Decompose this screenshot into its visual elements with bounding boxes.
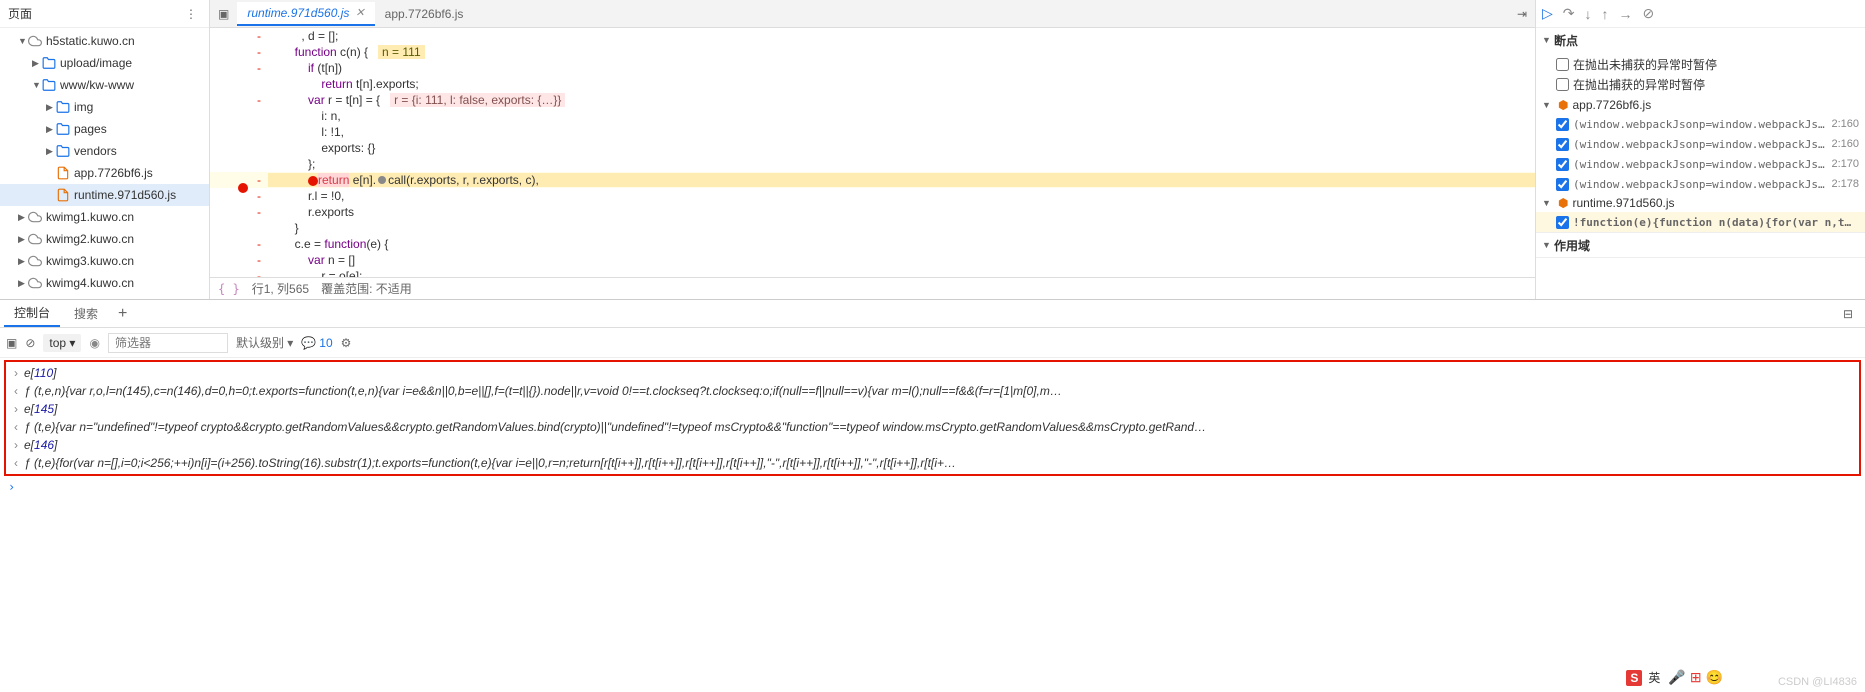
context-selector[interactable]: top ▾	[43, 334, 81, 352]
pause-uncaught-checkbox[interactable]: 在抛出未捕获的异常时暂停	[1536, 54, 1865, 74]
debug-toolbar: ▷ ↷ ↓ ↑ → ⊘	[1536, 0, 1865, 28]
cloud-icon	[28, 34, 42, 48]
breakpoints-header[interactable]: ▼ 断点	[1536, 28, 1865, 52]
tree-item[interactable]: ▼h5static.kuwo.cn	[0, 30, 209, 52]
console-toolbar: ▣ ⊘ top ▾ ◉ 默认级别 ▾ 💬 10 ⚙	[0, 328, 1865, 358]
resume-icon[interactable]: ▷	[1542, 5, 1553, 22]
step-over-icon[interactable]: ↷	[1563, 5, 1575, 22]
issues-count[interactable]: 💬 10	[301, 336, 332, 350]
editor-status-bar: { } 行1, 列565 覆盖范围: 不适用	[210, 277, 1535, 299]
console-line: ›e[146]	[6, 436, 1859, 454]
watermark: CSDN @LI4836	[1778, 676, 1857, 688]
folder-icon	[42, 78, 56, 92]
folder-icon	[56, 144, 70, 158]
step-into-icon[interactable]: ↓	[1585, 6, 1592, 22]
console-line: ›e[145]	[6, 400, 1859, 418]
console-line: ›e[110]	[6, 364, 1859, 382]
breakpoint-item[interactable]: (window.webpackJsonp=window.webpackJs…2:…	[1536, 134, 1865, 154]
editor-tab[interactable]: app.7726bf6.js	[375, 2, 474, 26]
filter-input[interactable]	[108, 333, 228, 353]
pause-caught-checkbox[interactable]: 在抛出捕获的异常时暂停	[1536, 74, 1865, 94]
folder-icon	[42, 56, 56, 70]
breakpoint-item[interactable]: !function(e){function n(data){for(var n,…	[1536, 212, 1865, 232]
breakpoint-item[interactable]: (window.webpackJsonp=window.webpackJs…2:…	[1536, 114, 1865, 134]
tree-item[interactable]: ▶kwimg3.kuwo.cn	[0, 250, 209, 272]
file-icon	[56, 166, 70, 180]
console-line: ‹ƒ (t,e){for(var n=[],i=0;i<256;++i)n[i]…	[6, 454, 1859, 472]
cloud-icon	[28, 210, 42, 224]
tab-console[interactable]: 控制台	[4, 300, 60, 327]
console-output: ›e[110]‹ƒ (t,e,n){var r,o,l=n(145),c=n(1…	[4, 360, 1861, 476]
console-tabs: 控制台 搜索 + ⊟	[0, 300, 1865, 328]
console-prompt[interactable]: ›	[0, 478, 1865, 496]
file-tree: ▼h5static.kuwo.cn▶upload/image▼www/kw-ww…	[0, 28, 209, 299]
tree-item[interactable]: ▶img	[0, 96, 209, 118]
folder-icon	[56, 122, 70, 136]
tree-item[interactable]: ▶vendors	[0, 140, 209, 162]
clear-console-icon[interactable]: ⊘	[25, 336, 35, 350]
dock-icon[interactable]: ⊟	[1835, 307, 1861, 321]
tree-item[interactable]: ▶upload/image	[0, 52, 209, 74]
more-icon[interactable]: ⋮	[181, 7, 201, 21]
tree-item[interactable]: ▶kwimg2.kuwo.cn	[0, 228, 209, 250]
tab-search[interactable]: 搜索	[64, 301, 108, 326]
tree-item[interactable]: ▶kwimg1.kuwo.cn	[0, 206, 209, 228]
scope-header[interactable]: ▼ 作用域	[1536, 233, 1865, 257]
add-tab-icon[interactable]: +	[112, 305, 133, 323]
more-tabs-icon[interactable]: ⇥	[1509, 7, 1535, 21]
tree-item[interactable]: ▼www/kw-www	[0, 74, 209, 96]
breakpoint-file[interactable]: ▼⬢ runtime.971d560.js	[1536, 194, 1865, 212]
file-tree-sidebar: 页面 ⋮ ▼h5static.kuwo.cn▶upload/image▼www/…	[0, 0, 210, 299]
breakpoint-item[interactable]: (window.webpackJsonp=window.webpackJs…2:…	[1536, 174, 1865, 194]
tree-item[interactable]: runtime.971d560.js	[0, 184, 209, 206]
sidebar-title: 页面	[8, 5, 181, 22]
close-icon[interactable]: ✕	[355, 6, 364, 19]
step-out-icon[interactable]: ↑	[1602, 6, 1609, 22]
coverage-status: 覆盖范围: 不适用	[321, 280, 412, 297]
cloud-icon	[28, 254, 42, 268]
breakpoint-file[interactable]: ▼⬢ app.7726bf6.js	[1536, 96, 1865, 114]
toggle-navigator-icon[interactable]: ▣	[210, 7, 237, 21]
ime-indicator: S 英 🎤⊞😊	[1626, 669, 1725, 686]
folder-icon	[56, 100, 70, 114]
live-expression-icon[interactable]: ◉	[89, 336, 99, 350]
editor-tab[interactable]: runtime.971d560.js✕	[237, 2, 374, 26]
editor-tabs: ▣ runtime.971d560.js✕app.7726bf6.js ⇥	[210, 0, 1535, 28]
cloud-icon	[28, 232, 42, 246]
pretty-print-icon[interactable]: { }	[218, 282, 240, 296]
cloud-icon	[28, 276, 42, 290]
settings-icon[interactable]: ⚙	[341, 336, 352, 350]
file-icon	[56, 188, 70, 202]
deactivate-breakpoints-icon[interactable]: ⊘	[1643, 5, 1655, 22]
step-icon[interactable]: →	[1619, 6, 1633, 22]
tree-item[interactable]: app.7726bf6.js	[0, 162, 209, 184]
code-editor[interactable]: - , d = [];- function c(n) { n = 111- if…	[210, 28, 1535, 277]
debugger-panel: ▷ ↷ ↓ ↑ → ⊘ ▼ 断点 在抛出未捕获的异常时暂停 在抛出捕获的异常时暂…	[1535, 0, 1865, 299]
console-line: ‹ƒ (t,e){var n="undefined"!=typeof crypt…	[6, 418, 1859, 436]
cursor-position: 行1, 列565	[252, 280, 309, 297]
tree-item[interactable]: ▶kwimg4.kuwo.cn	[0, 272, 209, 294]
tree-item[interactable]: ▶pages	[0, 118, 209, 140]
code-panel: ▣ runtime.971d560.js✕app.7726bf6.js ⇥ - …	[210, 0, 1535, 299]
toggle-sidebar-icon[interactable]: ▣	[6, 336, 17, 350]
console-panel: 控制台 搜索 + ⊟ ▣ ⊘ top ▾ ◉ 默认级别 ▾ 💬 10 ⚙ ›e[…	[0, 300, 1865, 496]
console-line: ‹ƒ (t,e,n){var r,o,l=n(145),c=n(146),d=0…	[6, 382, 1859, 400]
log-level-selector[interactable]: 默认级别 ▾	[236, 334, 293, 351]
breakpoint-item[interactable]: (window.webpackJsonp=window.webpackJs…2:…	[1536, 154, 1865, 174]
